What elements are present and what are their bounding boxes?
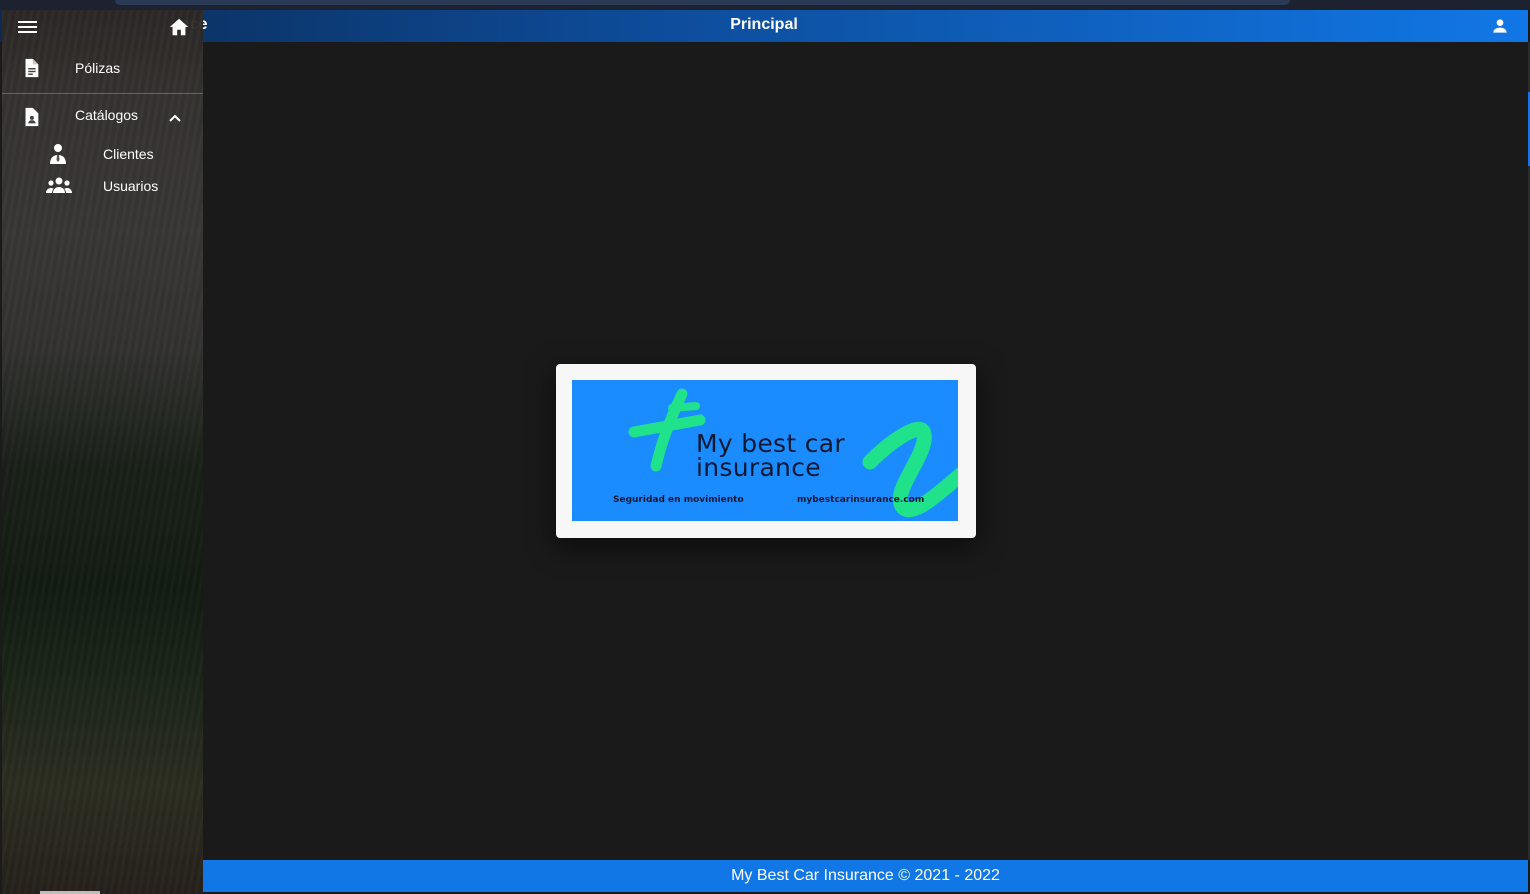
app-bar: nce Principal <box>0 10 1528 42</box>
sidebar-item-usuarios[interactable]: Usuarios <box>2 170 203 202</box>
sidebar-item-label: Catálogos <box>75 107 139 123</box>
page-title: Principal <box>730 16 798 33</box>
sidebar-item-clientes[interactable]: Clientes <box>2 138 203 170</box>
logo-url: mybestcarinsurance.com <box>797 495 925 505</box>
browser-tab-rim <box>115 0 1290 5</box>
home-icon[interactable] <box>168 16 190 38</box>
brand-logo: My best car insurance Seguridad en movim… <box>572 380 958 521</box>
footer-text: My Best Car Insurance © 2021 - 2022 <box>731 867 1000 884</box>
account-group-icon <box>46 175 72 197</box>
logo-line-2: insurance <box>696 453 821 482</box>
sidebar-item-label: Pólizas <box>75 60 121 76</box>
drawer-header <box>2 10 203 43</box>
sidebar-item-polizas[interactable]: Pólizas <box>2 43 203 93</box>
footer: My Best Car Insurance © 2021 - 2022 <box>203 860 1528 892</box>
account-tie-icon <box>46 143 70 165</box>
app-page: nce Principal <box>0 0 1530 894</box>
browser-top-strip <box>0 0 1530 10</box>
navigation-drawer: Pólizas Catálogos Clientes Usuarios <box>2 10 203 894</box>
logo-wordmark: My best car insurance <box>696 431 845 482</box>
sidebar-item-label: Usuarios <box>103 178 159 194</box>
logo-tagline: Seguridad en movimiento <box>613 495 744 505</box>
file-document-icon <box>20 57 42 79</box>
chevron-up-icon[interactable] <box>168 110 182 122</box>
account-box-file-icon <box>20 106 42 128</box>
sidebar-item-label: Clientes <box>103 146 154 162</box>
logo-card: My best car insurance Seguridad en movim… <box>556 364 976 538</box>
account-icon[interactable] <box>1490 16 1510 36</box>
menu-icon[interactable] <box>18 19 38 35</box>
sidebar-item-catalogos[interactable]: Catálogos <box>2 94 203 138</box>
